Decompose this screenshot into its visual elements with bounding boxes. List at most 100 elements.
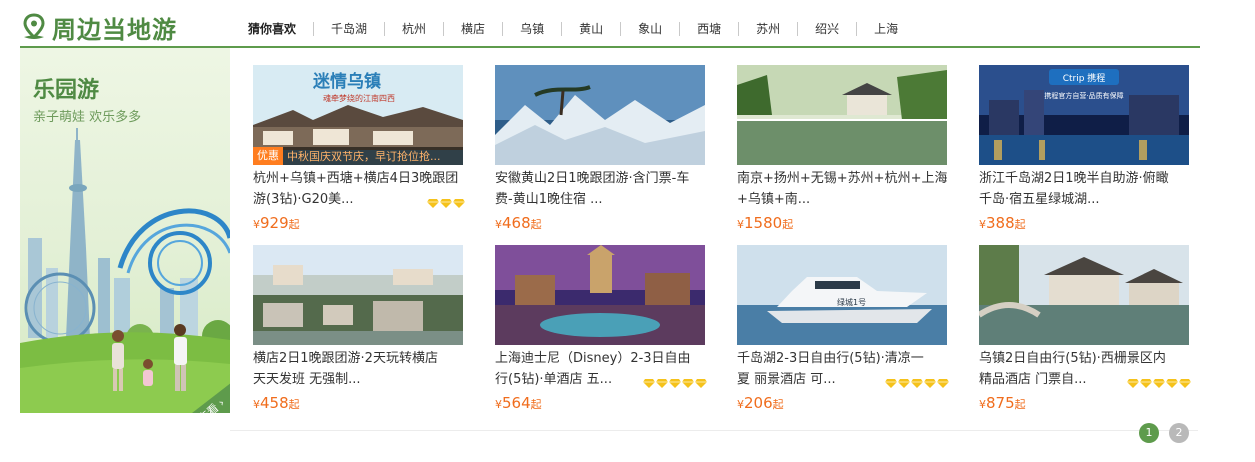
product-card[interactable]: 乌镇2日自由行(5钻)·西栅景区内 精品酒店 门票自... ¥875起 [979,245,1191,413]
product-title-line-2: 费-黄山1晚住宿 ... [495,192,603,207]
product-card[interactable]: 横店2日1晚跟团游·2天玩转横店 天天发班 无强制... ¥458起 [253,245,465,413]
product-card[interactable]: 绿城1号 千岛湖2-3日自由行(5钻)·清凉一 夏 丽景酒店 可... ¥206… [737,245,949,413]
product-thumbnail[interactable] [737,65,947,165]
promo-text: 中秋国庆双节庆，早订抢位抢... [287,150,441,163]
product-title[interactable]: 千岛湖2-3日自由行(5钻)·清凉一 夏 丽景酒店 可... [737,348,949,390]
price-value: 468 [502,214,531,232]
product-thumbnail[interactable] [495,245,705,345]
product-card[interactable]: 上海迪士尼（Disney）2-3日自由 行(5钻)·单酒店 五... ¥564起 [495,245,707,413]
product-title-line-1: 上海迪士尼（Disney）2-3日自由 [495,351,691,366]
price-suffix: 起 [782,218,794,231]
product-title-line-2: 天天发班 无强制... [253,372,361,387]
product-price: ¥468起 [495,213,707,233]
product-thumbnail[interactable]: 绿城1号 [737,245,947,345]
tab-5[interactable]: 黄山 [561,22,620,36]
product-title[interactable]: 南京+扬州+无锡+苏州+杭州+上海 +乌镇+南... [737,168,949,210]
thumbnail-subcaption: 携程官方自营·品质有保障 [1044,91,1123,100]
diamond-icon [924,379,936,388]
tab-3[interactable]: 横店 [443,22,502,36]
theme-park-promo-panel[interactable]: 乐园游 亲子萌娃 欢乐多多 查看 › [20,48,230,413]
diamond-icon [1140,379,1152,388]
diamond-icon [1166,379,1178,388]
product-price: ¥206起 [737,393,949,413]
tab-6[interactable]: 象山 [620,22,679,36]
tab-8[interactable]: 苏州 [738,22,797,36]
product-title-line-2: +乌镇+南... [737,192,811,207]
price-suffix: 起 [288,218,300,231]
price-suffix: 起 [530,398,542,411]
product-title[interactable]: 上海迪士尼（Disney）2-3日自由 行(5钻)·单酒店 五... [495,348,707,390]
product-title-line-1: 浙江千岛湖2日1晚半自助游·俯瞰 [979,171,1169,186]
product-card[interactable]: 南京+扬州+无锡+苏州+杭州+上海 +乌镇+南... ¥1580起 [737,65,949,233]
product-card[interactable]: 迷情乌镇 魂牵梦绕的江南四西 优惠 中秋国庆双节庆，早订抢位抢... 杭州+乌镇… [253,65,465,233]
tab-1[interactable]: 千岛湖 [313,22,384,36]
product-title-line-2: 千岛·宿五星绿城湖... [979,192,1100,207]
tab-7[interactable]: 西塘 [679,22,738,36]
price-value: 875 [986,394,1015,412]
product-thumbnail[interactable] [253,245,463,345]
price-value: 564 [502,394,531,412]
tab-4[interactable]: 乌镇 [502,22,561,36]
diamond-icon [1179,379,1191,388]
diamond-rating [1123,379,1191,388]
product-card[interactable]: Ctrip 携程 携程官方自营·品质有保障 浙江千岛湖2日1晚半自助游·俯瞰 千… [979,65,1191,233]
product-thumbnail[interactable] [979,245,1189,345]
tab-9[interactable]: 绍兴 [797,22,856,36]
thumbnail-caption: 迷情乌镇 [312,71,381,91]
currency-symbol: ¥ [979,218,986,231]
page-dot-2[interactable]: 2 [1169,423,1189,443]
product-title-line-1: 千岛湖2-3日自由行(5钻)·清凉一 [737,351,924,366]
tab-2[interactable]: 杭州 [384,22,443,36]
product-thumbnail[interactable]: 迷情乌镇 魂牵梦绕的江南四西 优惠 中秋国庆双节庆，早订抢位抢... [253,65,463,165]
price-value: 206 [744,394,773,412]
currency-symbol: ¥ [495,398,502,411]
product-title-line-1: 南京+扬州+无锡+苏州+杭州+上海 [737,171,948,186]
product-price: ¥929起 [253,213,465,233]
product-card[interactable]: 安徽黄山2日1晚跟团游·含门票-车 费-黄山1晚住宿 ... ¥468起 [495,65,707,233]
price-suffix: 起 [288,398,300,411]
diamond-icon [911,379,923,388]
product-title[interactable]: 横店2日1晚跟团游·2天玩转横店 天天发班 无强制... [253,348,465,390]
diamond-icon [1127,379,1139,388]
diamond-icon [669,379,681,388]
thumbnail-caption: 绿城1号 [837,298,866,307]
diamond-icon [656,379,668,388]
price-value: 388 [986,214,1015,232]
carousel-pager: 12 [1139,423,1199,443]
product-title-line-1: 杭州+乌镇+西塘+横店4日3晚跟团 [253,171,459,186]
product-title[interactable]: 安徽黄山2日1晚跟团游·含门票-车 费-黄山1晚住宿 ... [495,168,707,210]
promo-title: 乐园游 [33,78,100,103]
currency-symbol: ¥ [979,398,986,411]
discount-badge: 优惠 [253,147,283,165]
thumbnail-subcaption: 魂牵梦绕的江南四西 [323,93,395,103]
product-title[interactable]: 乌镇2日自由行(5钻)·西栅景区内 精品酒店 门票自... [979,348,1191,390]
promo-strip: 优惠 中秋国庆双节庆，早订抢位抢... [253,147,463,165]
product-title[interactable]: 浙江千岛湖2日1晚半自助游·俯瞰 千岛·宿五星绿城湖... [979,168,1191,210]
destination-tabs: 猜你喜欢 千岛湖 杭州 横店 乌镇 黄山 象山 西塘 苏州 绍兴 上海 [236,18,915,40]
currency-symbol: ¥ [737,218,744,231]
diamond-rating [881,379,949,388]
currency-symbol: ¥ [737,398,744,411]
product-thumbnail[interactable]: Ctrip 携程 携程官方自营·品质有保障 [979,65,1189,165]
diamond-icon [643,379,655,388]
bottom-divider [230,430,1198,431]
diamond-rating [639,379,707,388]
product-thumbnail[interactable] [495,65,705,165]
page-dot-1[interactable]: 1 [1139,423,1159,443]
diamond-icon [453,199,465,208]
product-title-line-1: 乌镇2日自由行(5钻)·西栅景区内 [979,351,1166,366]
product-title[interactable]: 杭州+乌镇+西塘+横店4日3晚跟团 游(3钻)·G20美... [253,168,465,210]
product-title-line-1: 横店2日1晚跟团游·2天玩转横店 [253,351,438,366]
diamond-icon [937,379,949,388]
price-suffix: 起 [1014,398,1026,411]
logo-text: 周边当地游 [52,14,177,44]
diamond-icon [682,379,694,388]
tab-10[interactable]: 上海 [856,22,915,36]
price-suffix: 起 [1014,218,1026,231]
diamond-rating [423,199,465,208]
diamond-icon [885,379,897,388]
product-price: ¥875起 [979,393,1191,413]
price-suffix: 起 [530,218,542,231]
site-logo[interactable]: 周边当地游 [22,10,177,44]
tab-0[interactable]: 猜你喜欢 [236,22,313,36]
